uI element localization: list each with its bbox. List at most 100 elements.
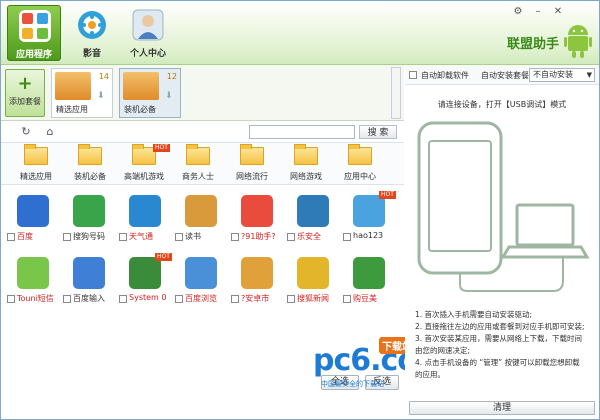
auto-install-label: 自动安装套餐: bbox=[481, 71, 532, 80]
app-item[interactable]: ?91助手? bbox=[229, 191, 285, 251]
app-icon bbox=[353, 195, 385, 227]
media-film-icon bbox=[76, 9, 108, 41]
search-button[interactable]: 搜 索 bbox=[359, 125, 397, 139]
clean-button[interactable]: 清理 bbox=[409, 401, 595, 415]
app-item[interactable]: ?安卓市 bbox=[229, 253, 285, 313]
nav-apps[interactable]: 应用程序 bbox=[7, 5, 61, 61]
header-bar: 应用程序 影音 个人中心 ⚙ – ✕ 联盟助手 bbox=[1, 1, 599, 65]
app-item[interactable]: 天气通 bbox=[117, 191, 173, 251]
plus-icon: + bbox=[17, 73, 33, 94]
app-checkbox[interactable] bbox=[175, 295, 183, 303]
auto-install-select[interactable]: 不自动安装 ▼ bbox=[529, 68, 595, 82]
auto-uninstall-checkbox[interactable] bbox=[409, 71, 417, 79]
app-checkbox[interactable] bbox=[287, 233, 295, 241]
category-item[interactable]: 商务人士 bbox=[171, 144, 225, 183]
app-item[interactable]: 搜狐新闻 bbox=[285, 253, 341, 313]
app-name: 百度 bbox=[17, 232, 33, 241]
app-checkbox[interactable] bbox=[63, 295, 71, 303]
user-center-icon bbox=[132, 9, 164, 41]
category-label: 商务人士 bbox=[182, 172, 214, 181]
app-icon bbox=[353, 257, 385, 289]
app-item[interactable]: 搜狗号码 bbox=[61, 191, 117, 251]
app-icon bbox=[185, 257, 217, 289]
brand-title: 联盟助手 bbox=[506, 37, 559, 52]
category-label: 网络游戏 bbox=[290, 172, 322, 181]
app-item[interactable]: HOT hao123 bbox=[341, 191, 397, 251]
instruction-step: 由您的网速决定; bbox=[415, 346, 471, 355]
package-name: 装机必备 bbox=[124, 105, 156, 114]
connect-message: 请连接设备，打开【USB调试】模式 bbox=[437, 100, 567, 109]
package-scrollbar[interactable] bbox=[391, 67, 401, 119]
app-checkbox[interactable] bbox=[287, 295, 295, 303]
minimize-icon[interactable]: – bbox=[531, 5, 545, 19]
app-item[interactable]: 百度 bbox=[5, 191, 61, 251]
category-item[interactable]: 网络游戏 bbox=[279, 144, 333, 183]
nav-label: 影音 bbox=[82, 49, 101, 59]
category-item[interactable]: 精选应用 bbox=[9, 144, 63, 183]
folder-icon bbox=[294, 144, 318, 165]
category-item[interactable]: 应用中心 bbox=[333, 144, 387, 183]
app-checkbox[interactable] bbox=[343, 295, 351, 303]
device-panel: 自动卸载软件 自动安装套餐: 不自动安装 ▼ 请连接设备，打开【USB调试】模式… bbox=[405, 65, 599, 419]
download-arrow-icon[interactable]: ⬇ bbox=[97, 91, 107, 103]
folder-icon bbox=[348, 144, 372, 165]
app-name: 百度输入 bbox=[73, 294, 105, 303]
app-checkbox[interactable] bbox=[7, 233, 15, 241]
app-checkbox[interactable] bbox=[63, 233, 71, 241]
nav-label: 应用程序 bbox=[15, 50, 52, 60]
app-window: 应用程序 影音 个人中心 ⚙ – ✕ 联盟助手 + 添加套餐 14 ⬇ 精选应用… bbox=[0, 0, 600, 420]
download-arrow-icon[interactable]: ⬇ bbox=[165, 91, 175, 103]
app-icon bbox=[241, 195, 273, 227]
app-name: 读书 bbox=[185, 232, 201, 241]
app-item[interactable]: 百度输入 bbox=[61, 253, 117, 313]
app-name: 百度浏览 bbox=[185, 294, 217, 303]
package-bar: + 添加套餐 14 ⬇ 精选应用 12 ⬇ 装机必备 bbox=[1, 65, 404, 121]
app-name: ?91助手? bbox=[241, 232, 276, 241]
add-package-button[interactable]: + 添加套餐 bbox=[5, 69, 45, 117]
package-name: 精选应用 bbox=[56, 105, 88, 114]
app-name: Touni短信 bbox=[17, 294, 54, 303]
app-item[interactable]: 购豆美 bbox=[341, 253, 397, 313]
package-count: 14 bbox=[98, 72, 109, 81]
category-item[interactable]: 网络流行 bbox=[225, 144, 279, 183]
package-item[interactable]: 14 ⬇ 精选应用 bbox=[51, 68, 113, 118]
app-item[interactable]: 乐安全 bbox=[285, 191, 341, 251]
close-icon[interactable]: ✕ bbox=[551, 5, 565, 19]
package-item[interactable]: 12 ⬇ 装机必备 bbox=[119, 68, 181, 118]
app-item[interactable]: 百度浏览 bbox=[173, 253, 229, 313]
app-checkbox[interactable] bbox=[231, 295, 239, 303]
app-checkbox[interactable] bbox=[119, 295, 127, 303]
app-item[interactable]: HOT System 0 bbox=[117, 253, 173, 313]
refresh-icon[interactable]: ↻ bbox=[19, 125, 33, 139]
package-count: 12 bbox=[166, 72, 177, 81]
app-item[interactable]: 读书 bbox=[173, 191, 229, 251]
package-thumbnail-icon bbox=[123, 72, 159, 100]
app-checkbox[interactable] bbox=[231, 233, 239, 241]
app-checkbox[interactable] bbox=[119, 233, 127, 241]
app-icon bbox=[17, 257, 49, 289]
browser-toolbar: ↻ ⌂ 搜 索 bbox=[1, 121, 404, 143]
category-item[interactable]: 装机必备 bbox=[63, 144, 117, 183]
app-item[interactable]: Touni短信 bbox=[5, 253, 61, 313]
app-checkbox[interactable] bbox=[7, 295, 15, 303]
app-icon bbox=[297, 195, 329, 227]
app-name: 乐安全 bbox=[297, 232, 321, 241]
category-label: 装机必备 bbox=[74, 172, 106, 181]
category-item[interactable]: 高端机游戏 HOT bbox=[117, 144, 171, 183]
folder-icon bbox=[240, 144, 264, 165]
package-thumbnail-icon bbox=[55, 72, 91, 100]
folder-icon bbox=[186, 144, 210, 165]
search-input[interactable] bbox=[249, 125, 355, 139]
nav-media[interactable]: 影音 bbox=[65, 5, 119, 61]
app-checkbox[interactable] bbox=[175, 233, 183, 241]
instruction-steps: 1. 首次插入手机需要自动安装驱动; 2. 直接拖往左边的应用或套餐到对应手机即可… bbox=[415, 309, 595, 381]
settings-icon[interactable]: ⚙ bbox=[511, 5, 525, 19]
home-icon[interactable]: ⌂ bbox=[43, 125, 57, 139]
app-name: 搜狗号码 bbox=[73, 232, 105, 241]
nav-user-center[interactable]: 个人中心 bbox=[121, 5, 175, 61]
app-checkbox[interactable] bbox=[343, 233, 351, 241]
chevron-down-icon: ▼ bbox=[586, 71, 592, 79]
android-robot-icon bbox=[563, 21, 593, 59]
category-label: 网络流行 bbox=[236, 172, 268, 181]
apps-grid-icon bbox=[19, 10, 51, 42]
